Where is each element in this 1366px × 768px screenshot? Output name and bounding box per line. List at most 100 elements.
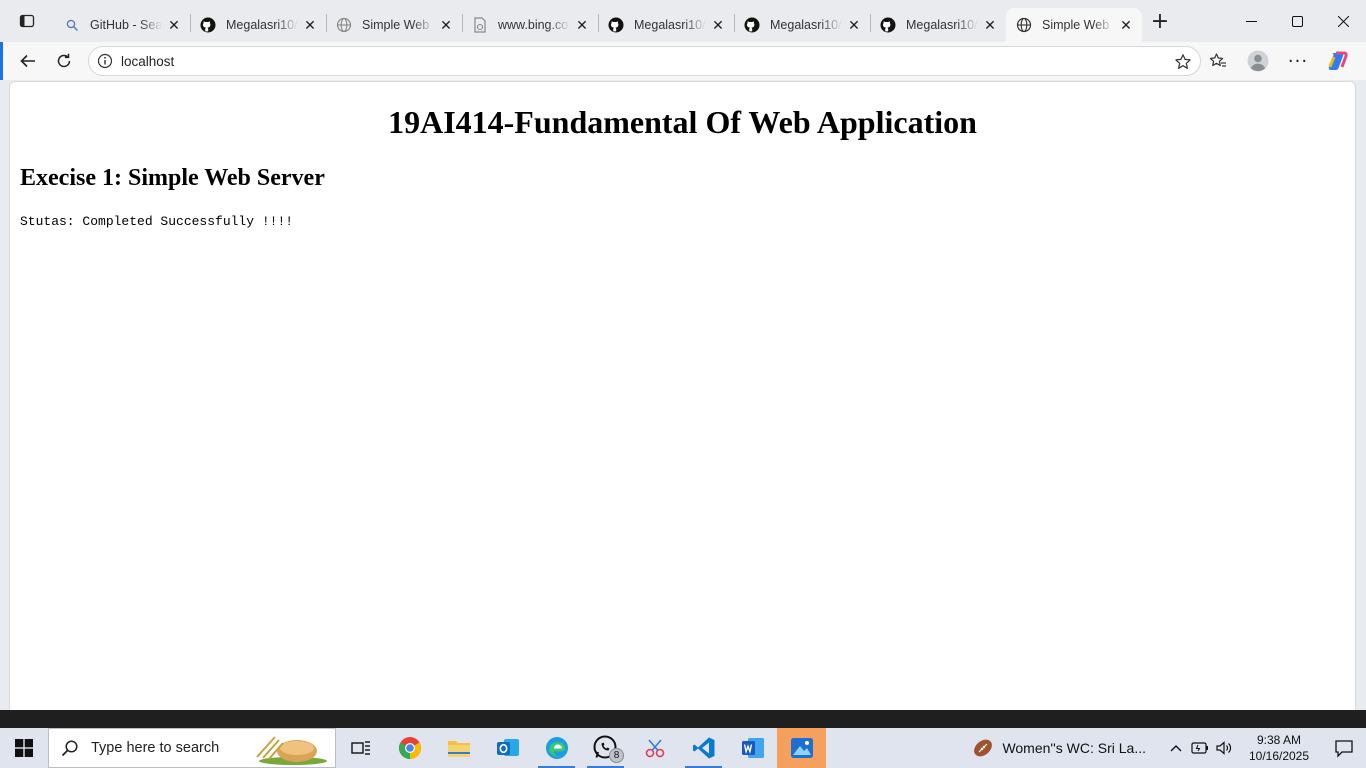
search-placeholder: Type here to search [91, 740, 220, 756]
news-widget[interactable]: Women''s WC: Sri La... [972, 737, 1146, 759]
folder-icon [447, 741, 470, 757]
minimize-button[interactable] [1228, 0, 1274, 42]
info-icon[interactable] [97, 53, 113, 69]
chevron-up-icon [1170, 745, 1182, 752]
scissors-icon [645, 739, 664, 758]
snipping-tool-app[interactable] [630, 728, 679, 768]
avatar [1247, 50, 1269, 72]
accent-strip [0, 42, 3, 80]
clock-time: 9:38 AM [1256, 733, 1302, 747]
close-icon[interactable]: ✕ [302, 17, 318, 33]
page-viewport: 19AI414-Fundamental Of Web Application E… [9, 81, 1356, 717]
news-headline: Women''s WC: Sri La... [1002, 740, 1146, 756]
clock-date: 10/16/2025 [1248, 749, 1310, 763]
url-text[interactable]: localhost [121, 54, 174, 69]
chrome-icon [398, 737, 421, 759]
plus-icon: + [1150, 8, 1170, 34]
task-view-icon [350, 741, 370, 755]
minimize-icon [1245, 20, 1257, 22]
more-options-button[interactable]: ··· [1280, 45, 1316, 77]
bread-illustration-icon [256, 736, 327, 765]
vscode-app[interactable] [679, 728, 728, 768]
tab-title: Megalasri10/s [634, 18, 706, 32]
show-hidden-icons-button[interactable] [1164, 728, 1188, 768]
github-icon [880, 17, 896, 33]
tab-actions-button[interactable] [0, 0, 54, 42]
search-icon [61, 740, 78, 757]
vscode-icon [692, 737, 714, 759]
notifications-button[interactable] [1322, 728, 1366, 768]
tab-megalasri-4[interactable]: Megalasri10/s ✕ [870, 8, 1006, 42]
speaker-icon [1216, 741, 1232, 755]
photos-icon [790, 738, 813, 758]
close-icon[interactable]: ✕ [846, 17, 862, 33]
maximize-icon [1291, 15, 1303, 27]
battery-icon [1191, 742, 1208, 754]
copilot-button[interactable] [1320, 45, 1356, 77]
search-icon [64, 17, 80, 33]
tab-actions-icon [19, 14, 35, 28]
chrome-app[interactable] [385, 728, 434, 768]
globe-icon [336, 17, 352, 33]
close-icon[interactable]: ✕ [710, 17, 726, 33]
edge-app[interactable] [532, 728, 581, 768]
globe-icon [1016, 17, 1032, 33]
tab-title: www.bing.com [498, 18, 570, 32]
system-tray: Women''s WC: Sri La... 9:38 AM 10/16/202… [972, 728, 1366, 768]
tab-github-search[interactable]: GitHub - Search ✕ [54, 8, 190, 42]
close-icon[interactable]: ✕ [982, 17, 998, 33]
tab-strip: GitHub - Search ✕ Megalasri10/s ✕ Simple… [0, 0, 1366, 42]
windows-icon [15, 739, 33, 757]
tab-simple-web-1[interactable]: Simple Web S ✕ [326, 8, 462, 42]
window-controls [1228, 0, 1366, 42]
page-icon [472, 17, 488, 33]
close-window-button[interactable] [1320, 0, 1366, 42]
status-text: Stutas: Completed Successfully !!!! [20, 214, 294, 229]
battery-status[interactable] [1188, 728, 1212, 768]
tab-title: Megalasri10/s [226, 18, 298, 32]
close-icon[interactable]: ✕ [1118, 17, 1134, 33]
copilot-icon [1328, 51, 1348, 70]
outlook-icon [496, 739, 519, 756]
whatsapp-badge: 8 [609, 748, 624, 763]
start-button[interactable] [0, 728, 48, 768]
outlook-app[interactable] [483, 728, 532, 768]
edge-icon [545, 737, 568, 759]
refresh-button[interactable] [46, 45, 82, 77]
tab-megalasri-3[interactable]: Megalasri10/s ✕ [734, 8, 870, 42]
navigation-bar: localhost ··· [0, 42, 1366, 80]
taskbar-search[interactable]: Type here to search [48, 728, 336, 768]
more-icon: ··· [1287, 50, 1309, 72]
maximize-button[interactable] [1274, 0, 1320, 42]
volume-control[interactable] [1212, 728, 1236, 768]
back-button[interactable] [10, 45, 46, 77]
file-explorer-app[interactable] [434, 728, 483, 768]
tab-title: Megalasri10/s [906, 18, 978, 32]
favorites-button[interactable] [1200, 45, 1236, 77]
photos-app[interactable] [777, 728, 826, 768]
tab-megalasri-2[interactable]: Megalasri10/s ✕ [598, 8, 734, 42]
tab-title: Simple Web S [1042, 18, 1114, 32]
close-icon[interactable]: ✕ [438, 17, 454, 33]
tab-bing[interactable]: www.bing.com ✕ [462, 8, 598, 42]
github-icon [608, 17, 624, 33]
new-tab-button[interactable]: + [1142, 4, 1178, 38]
tab-simple-web-active[interactable]: Simple Web S ✕ [1006, 8, 1142, 42]
toolbar-right: ··· [1200, 42, 1356, 80]
page-title: 19AI414-Fundamental Of Web Application [388, 104, 977, 140]
close-icon [1337, 15, 1349, 27]
background-window-edge [0, 710, 1366, 728]
address-bar[interactable]: localhost [88, 46, 1201, 76]
whatsapp-app[interactable]: 8 [581, 728, 630, 768]
tab-megalasri-1[interactable]: Megalasri10/s ✕ [190, 8, 326, 42]
clock[interactable]: 9:38 AM 10/16/2025 [1244, 732, 1314, 764]
task-view-button[interactable] [336, 728, 385, 768]
close-icon[interactable]: ✕ [574, 17, 590, 33]
tab-title: Simple Web S [362, 18, 434, 32]
word-app[interactable] [728, 728, 777, 768]
close-icon[interactable]: ✕ [166, 17, 182, 33]
back-arrow-icon [20, 54, 35, 68]
favorite-star-icon[interactable] [1174, 53, 1192, 71]
taskbar: Type here to search 8 Women''s WC: Sri L… [0, 728, 1366, 768]
profile-button[interactable] [1240, 45, 1276, 77]
